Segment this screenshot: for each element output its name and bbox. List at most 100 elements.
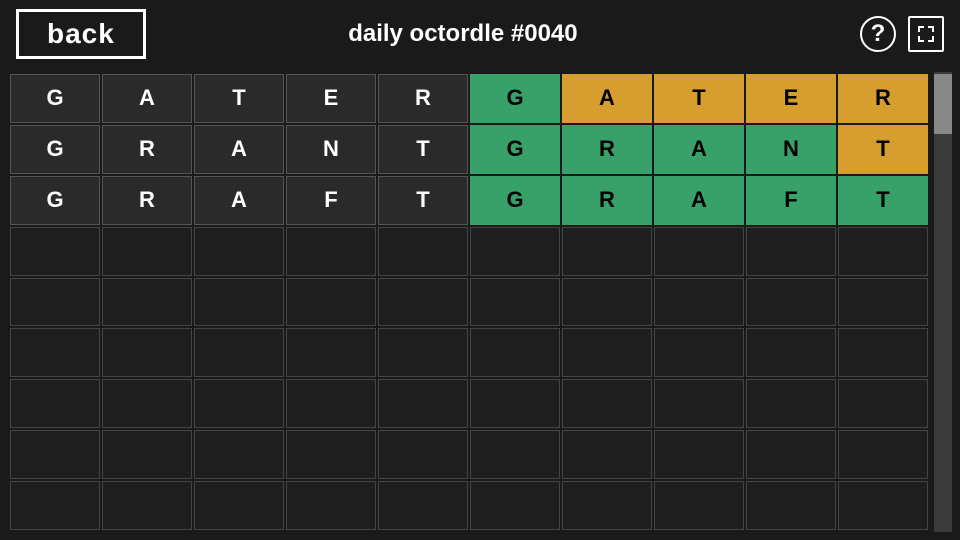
table-row xyxy=(10,379,100,428)
game-grid: GATERGATERGRANTGRANTGRAFTGRAFT xyxy=(8,72,930,532)
table-row xyxy=(102,328,192,377)
table-row xyxy=(746,328,836,377)
table-row xyxy=(746,379,836,428)
table-row xyxy=(562,328,652,377)
table-row xyxy=(562,379,652,428)
table-row xyxy=(838,430,928,479)
table-row xyxy=(10,227,100,276)
help-icon[interactable]: ? xyxy=(860,16,896,52)
table-row: R xyxy=(838,74,928,123)
scrollbar[interactable] xyxy=(934,72,952,532)
table-row: E xyxy=(746,74,836,123)
table-row xyxy=(102,278,192,327)
table-row xyxy=(286,481,376,530)
header: back daily octordle #0040 ? xyxy=(0,0,960,68)
table-row xyxy=(562,278,652,327)
table-row xyxy=(838,481,928,530)
table-row: A xyxy=(654,176,744,225)
table-row: G xyxy=(10,74,100,123)
table-row xyxy=(654,430,744,479)
table-row xyxy=(746,278,836,327)
table-row xyxy=(10,430,100,479)
table-row xyxy=(654,481,744,530)
table-row: T xyxy=(838,176,928,225)
table-row: T xyxy=(838,125,928,174)
table-row xyxy=(654,227,744,276)
table-row xyxy=(102,227,192,276)
table-row xyxy=(470,481,560,530)
table-row: N xyxy=(746,125,836,174)
table-row xyxy=(562,481,652,530)
table-row xyxy=(194,430,284,479)
table-row: F xyxy=(286,176,376,225)
table-row xyxy=(194,328,284,377)
table-row: G xyxy=(470,74,560,123)
table-row xyxy=(10,278,100,327)
game-title: daily octordle #0040 xyxy=(86,20,840,48)
table-row xyxy=(378,328,468,377)
expand-icon[interactable] xyxy=(908,16,944,52)
table-row xyxy=(102,430,192,479)
table-row xyxy=(378,278,468,327)
table-row xyxy=(838,227,928,276)
table-row xyxy=(470,278,560,327)
table-row xyxy=(286,328,376,377)
table-row: E xyxy=(286,74,376,123)
table-row: A xyxy=(102,74,192,123)
table-row xyxy=(654,328,744,377)
table-row xyxy=(470,379,560,428)
table-row: G xyxy=(10,125,100,174)
table-row xyxy=(470,328,560,377)
table-row: T xyxy=(378,176,468,225)
table-row xyxy=(746,481,836,530)
table-row: A xyxy=(194,125,284,174)
table-row: R xyxy=(562,176,652,225)
table-row xyxy=(194,278,284,327)
table-row xyxy=(194,481,284,530)
table-row: R xyxy=(378,74,468,123)
table-row xyxy=(378,227,468,276)
table-row: G xyxy=(470,125,560,174)
table-row xyxy=(286,430,376,479)
table-row xyxy=(378,379,468,428)
table-row xyxy=(838,379,928,428)
table-row: A xyxy=(562,74,652,123)
table-row: F xyxy=(746,176,836,225)
table-row xyxy=(10,328,100,377)
game-area: GATERGATERGRANTGRANTGRAFTGRAFT xyxy=(0,68,960,540)
table-row xyxy=(746,227,836,276)
table-row: A xyxy=(194,176,284,225)
table-row: G xyxy=(10,176,100,225)
table-row xyxy=(654,278,744,327)
table-row xyxy=(470,227,560,276)
table-row xyxy=(562,227,652,276)
table-row xyxy=(746,430,836,479)
table-row xyxy=(654,379,744,428)
table-row xyxy=(838,328,928,377)
table-row xyxy=(378,430,468,479)
table-row xyxy=(102,379,192,428)
table-row: N xyxy=(286,125,376,174)
table-row: G xyxy=(470,176,560,225)
table-row xyxy=(286,379,376,428)
table-row xyxy=(470,430,560,479)
table-row xyxy=(286,278,376,327)
table-row: R xyxy=(102,176,192,225)
table-row xyxy=(838,278,928,327)
table-row: R xyxy=(102,125,192,174)
table-row xyxy=(10,481,100,530)
table-row xyxy=(378,481,468,530)
table-row: T xyxy=(194,74,284,123)
table-row: R xyxy=(562,125,652,174)
table-row: T xyxy=(378,125,468,174)
table-row: T xyxy=(654,74,744,123)
table-row xyxy=(102,481,192,530)
scrollbar-thumb[interactable] xyxy=(934,74,952,134)
table-row xyxy=(286,227,376,276)
header-icons: ? xyxy=(860,16,944,52)
grid-wrapper: GATERGATERGRANTGRANTGRAFTGRAFT xyxy=(8,72,952,532)
table-row: A xyxy=(654,125,744,174)
table-row xyxy=(562,430,652,479)
table-row xyxy=(194,227,284,276)
table-row xyxy=(194,379,284,428)
